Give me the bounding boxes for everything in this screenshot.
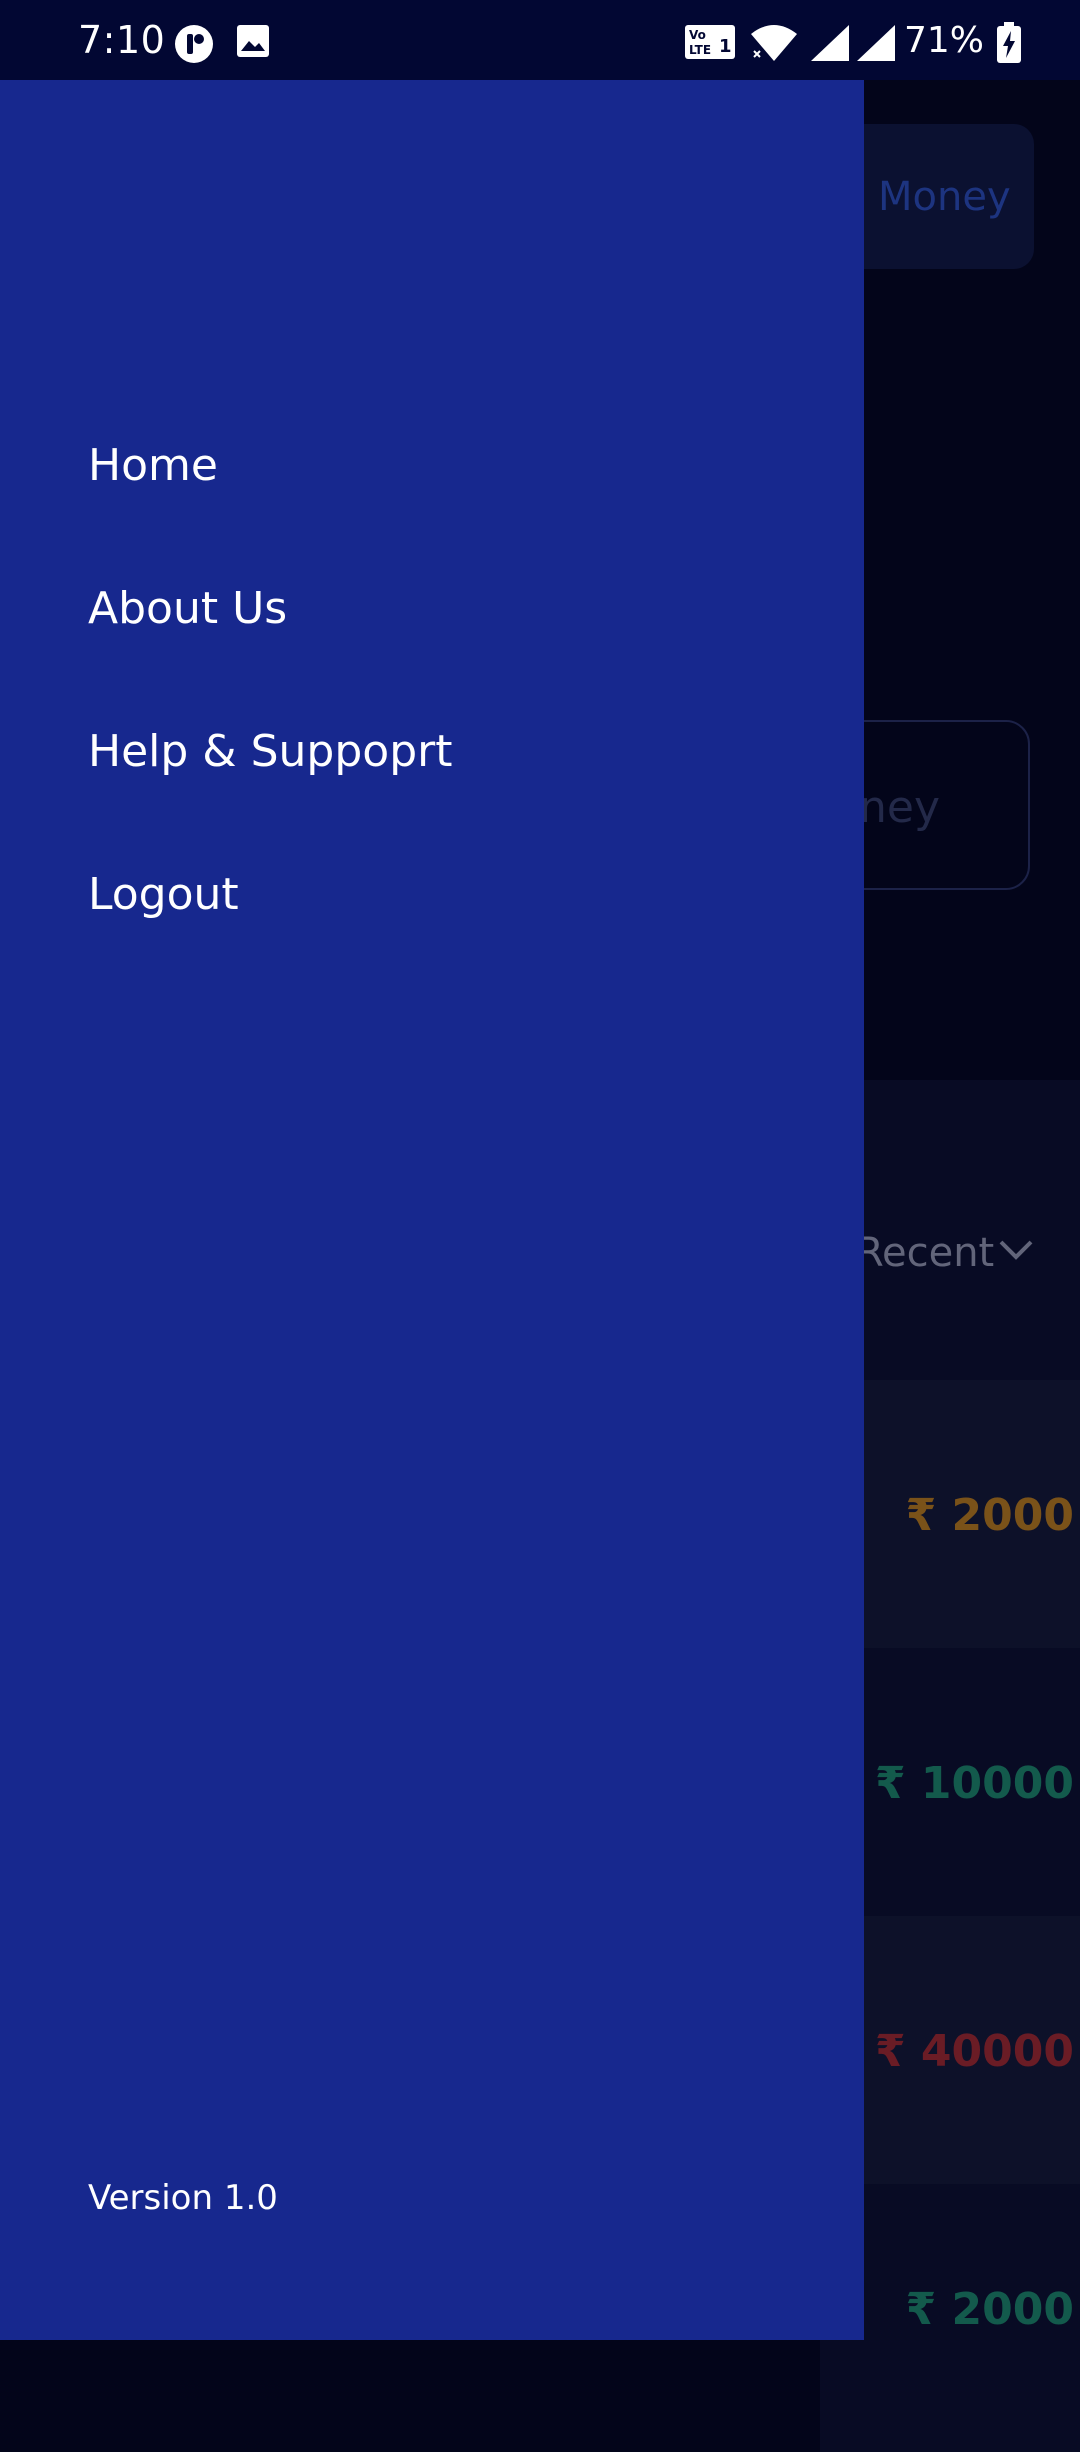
sort-dropdown-label: Recent bbox=[856, 1230, 995, 1276]
svg-text:LTE: LTE bbox=[689, 43, 711, 57]
svg-text:1: 1 bbox=[719, 36, 732, 57]
status-bar: 7:10 Vo LTE 1 71% bbox=[0, 0, 1080, 80]
transaction-amount: ₹ 2000 bbox=[905, 2284, 1074, 2335]
signal-icon bbox=[810, 24, 850, 66]
transaction-amount: ₹ 40000 bbox=[874, 2026, 1074, 2077]
signal-icon-2 bbox=[856, 24, 896, 66]
app-notification-icon bbox=[174, 24, 214, 68]
transaction-amount: ₹ 10000 bbox=[874, 1758, 1074, 1809]
volte-icon: Vo LTE 1 bbox=[684, 24, 736, 64]
chevron-down-icon bbox=[998, 1238, 1034, 1266]
drawer-item-home[interactable]: Home bbox=[88, 440, 218, 491]
battery-charging-icon bbox=[996, 22, 1022, 68]
drawer-item-logout[interactable]: Logout bbox=[88, 869, 239, 920]
image-notification-icon bbox=[236, 24, 270, 62]
battery-percent: 71% bbox=[903, 20, 984, 61]
app-version: Version 1.0 bbox=[88, 2178, 278, 2218]
add-money-button-label: Money bbox=[878, 174, 1011, 220]
transaction-amount: ₹ 2000 bbox=[905, 1490, 1074, 1541]
wifi-icon bbox=[750, 24, 798, 66]
navigation-drawer: Home About Us Help & Suppoprt Logout Ver… bbox=[0, 80, 864, 2340]
svg-text:Vo: Vo bbox=[689, 28, 706, 42]
drawer-item-help-support[interactable]: Help & Suppoprt bbox=[88, 726, 452, 777]
status-time: 7:10 bbox=[78, 18, 166, 62]
drawer-item-about-us[interactable]: About Us bbox=[88, 583, 287, 634]
